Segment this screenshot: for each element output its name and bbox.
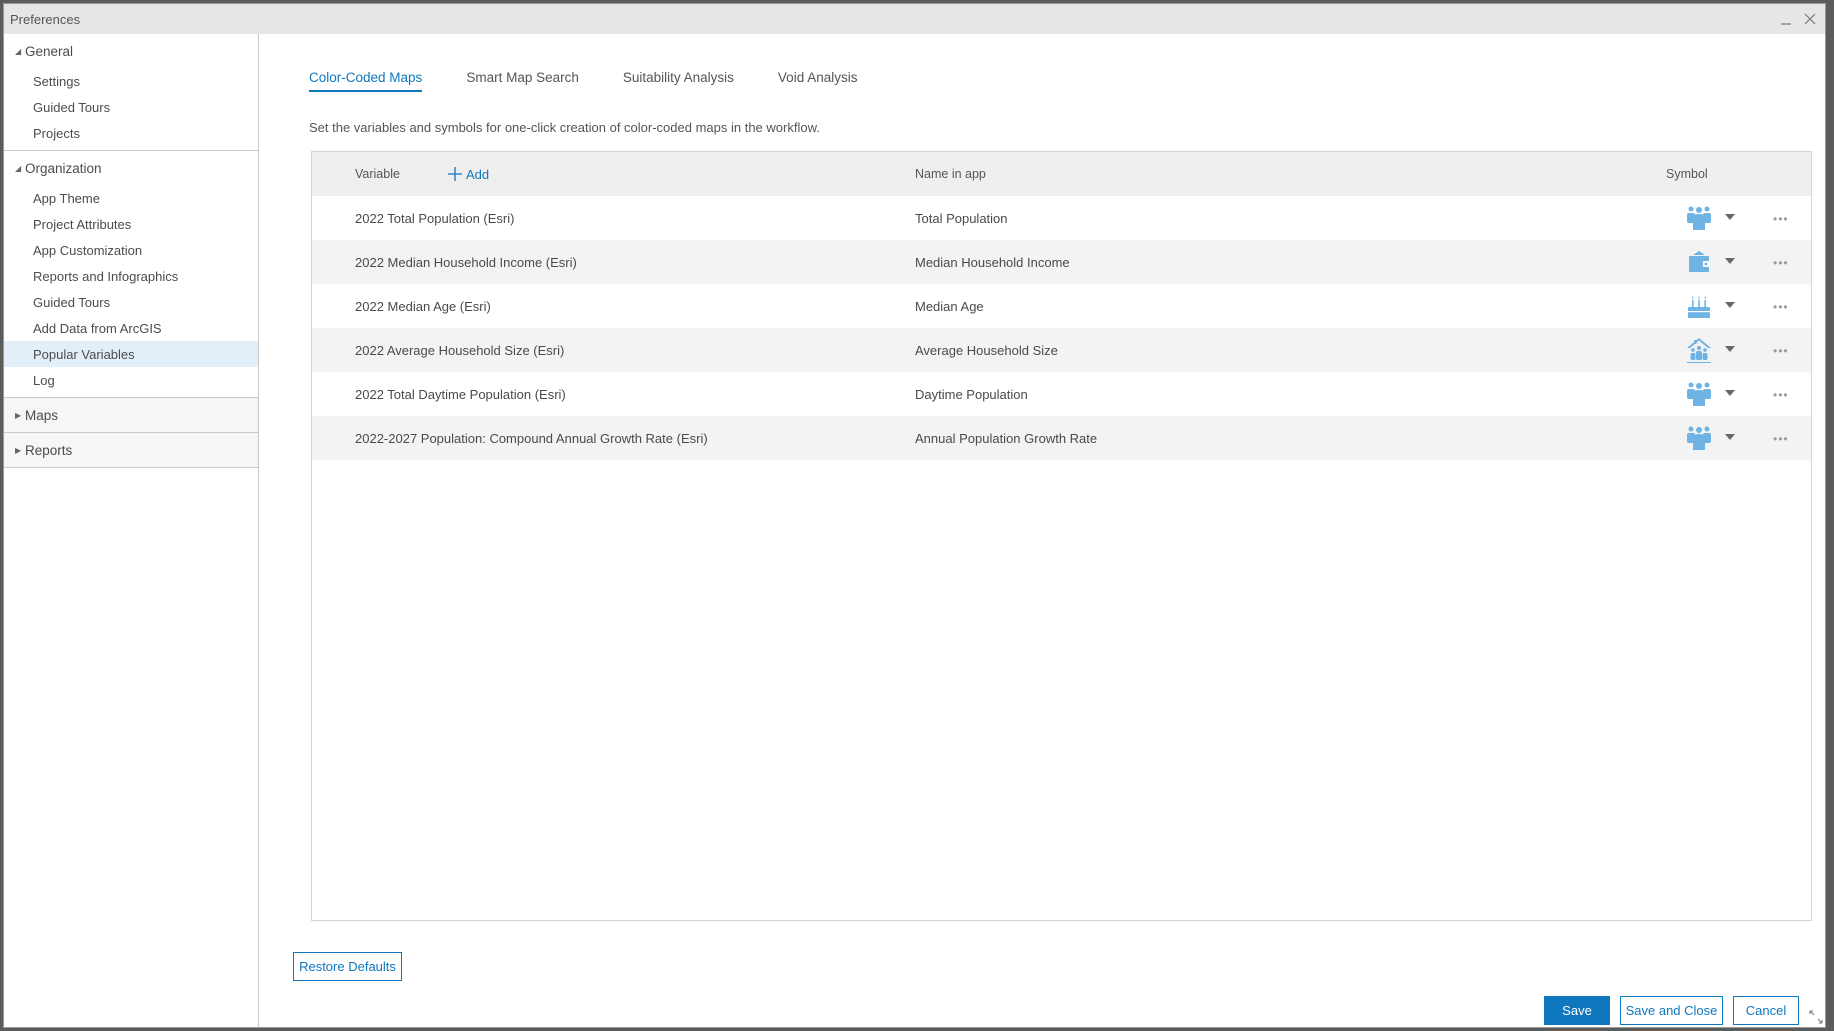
sidebar-item-reports-infographics[interactable]: Reports and Infographics [4, 263, 258, 289]
main-panel: Color-Coded Maps Smart Map Search Suitab… [260, 34, 1825, 1027]
variable-cell: 2022 Median Household Income (Esri) [355, 254, 577, 270]
symbol-dropdown-caret-icon[interactable] [1725, 390, 1735, 397]
minimize-icon [1781, 23, 1791, 25]
close-icon [1804, 13, 1816, 25]
more-options-button[interactable]: ••• [1773, 388, 1789, 402]
more-options-button[interactable]: ••• [1773, 256, 1789, 270]
sidebar-item-app-customization[interactable]: App Customization [4, 237, 258, 263]
restore-defaults-button[interactable]: Restore Defaults [293, 952, 402, 981]
variable-cell: 2022 Total Daytime Population (Esri) [355, 386, 566, 402]
header-name-in-app: Name in app [915, 167, 986, 181]
variable-cell: 2022 Median Age (Esri) [355, 298, 491, 314]
name-in-app-cell: Daytime Population [915, 386, 1028, 402]
header-variable: Variable [355, 167, 400, 181]
collapsed-triangle-icon: ▶ [15, 410, 22, 420]
people-group-icon[interactable] [1685, 424, 1713, 452]
group-label: General [25, 43, 74, 59]
plus-icon [448, 167, 462, 181]
table-row: 2022 Total Daytime Population (Esri) Dayt… [312, 372, 1811, 416]
variable-cell: 2022 Total Population (Esri) [355, 210, 515, 226]
sidebar-item-log[interactable]: Log [4, 367, 258, 393]
tab-bar: Color-Coded Maps Smart Map Search Suitab… [309, 70, 901, 92]
expanded-triangle-icon: ◢ [15, 46, 22, 56]
group-label: Reports [25, 442, 73, 458]
symbol-dropdown-caret-icon[interactable] [1725, 258, 1735, 265]
people-group-icon[interactable] [1685, 204, 1713, 232]
sidebar-item-org-guided-tours[interactable]: Guided Tours [4, 289, 258, 315]
household-icon[interactable] [1685, 336, 1713, 364]
table-row: 2022 Average Household Size (Esri) Averag… [312, 328, 1811, 372]
table-header: Variable Add Name in app Symbol [312, 152, 1811, 196]
sidebar-item-project-attributes[interactable]: Project Attributes [4, 211, 258, 237]
variables-table: Variable Add Name in app Symbol 2022 Tot… [311, 151, 1812, 921]
table-body: 2022 Total Population (Esri) Total Popula… [312, 196, 1811, 460]
minimize-button[interactable] [1775, 8, 1797, 30]
sidebar-item-app-theme[interactable]: App Theme [4, 185, 258, 211]
more-options-button[interactable]: ••• [1773, 212, 1789, 226]
resize-handle-icon[interactable] [1809, 1010, 1823, 1024]
sidebar-item-settings[interactable]: Settings [4, 68, 258, 94]
sidebar-group-header-reports[interactable]: ▶ Reports [4, 433, 258, 468]
close-button[interactable] [1799, 8, 1821, 30]
name-in-app-cell: Median Age [915, 298, 984, 314]
group-label: Maps [25, 407, 59, 423]
sidebar-item-guided-tours[interactable]: Guided Tours [4, 94, 258, 120]
tab-description: Set the variables and symbols for one-cl… [309, 120, 820, 135]
sidebar-item-add-data-arcgis[interactable]: Add Data from ArcGIS [4, 315, 258, 341]
symbol-dropdown-caret-icon[interactable] [1725, 434, 1735, 441]
dialog-title: Preferences [10, 11, 81, 27]
tab-void-analysis[interactable]: Void Analysis [778, 70, 858, 92]
more-options-button[interactable]: ••• [1773, 300, 1789, 314]
more-options-button[interactable]: ••• [1773, 344, 1789, 358]
sidebar-item-popular-variables[interactable]: Popular Variables [4, 341, 258, 367]
wallet-icon[interactable] [1685, 248, 1713, 276]
title-bar: Preferences [4, 4, 1825, 34]
sidebar-item-projects[interactable]: Projects [4, 120, 258, 146]
sidebar-group-organization: ◢ Organization App Theme Project Attribu… [4, 151, 258, 398]
more-options-button[interactable]: ••• [1773, 432, 1789, 446]
symbol-dropdown-caret-icon[interactable] [1725, 214, 1735, 221]
birthday-cake-icon[interactable] [1685, 292, 1713, 320]
sidebar-nav: ◢ General Settings Guided Tours Projects… [4, 34, 259, 1027]
header-symbol: Symbol [1666, 167, 1708, 181]
variable-cell: 2022-2027 Population: Compound Annual Gr… [355, 430, 708, 446]
sidebar-group-header-organization[interactable]: ◢ Organization [4, 151, 258, 185]
expanded-triangle-icon: ◢ [15, 163, 22, 173]
add-label: Add [466, 166, 490, 182]
name-in-app-cell: Annual Population Growth Rate [915, 430, 1098, 446]
tab-color-coded-maps[interactable]: Color-Coded Maps [309, 70, 423, 92]
tab-smart-map-search[interactable]: Smart Map Search [466, 70, 579, 92]
sidebar-group-header-general[interactable]: ◢ General [4, 34, 258, 68]
collapsed-triangle-icon: ▶ [15, 445, 22, 455]
table-row: 2022 Total Population (Esri) Total Popula… [312, 196, 1811, 240]
preferences-dialog: Preferences ◢ General Settings Guided To… [3, 3, 1826, 1028]
symbol-dropdown-caret-icon[interactable] [1725, 346, 1735, 353]
symbol-dropdown-caret-icon[interactable] [1725, 302, 1735, 309]
name-in-app-cell: Median Household Income [915, 254, 1070, 270]
sidebar-group-header-maps[interactable]: ▶ Maps [4, 398, 258, 433]
table-row: 2022 Median Age (Esri) Median Age ••• [312, 284, 1811, 328]
save-and-close-button[interactable]: Save and Close [1620, 996, 1723, 1025]
name-in-app-cell: Total Population [915, 210, 1008, 226]
table-row: 2022-2027 Population: Compound Annual Gr… [312, 416, 1811, 460]
group-label: Organization [25, 160, 102, 176]
add-variable-button[interactable]: Add [448, 167, 489, 182]
variable-cell: 2022 Average Household Size (Esri) [355, 342, 565, 358]
tab-suitability-analysis[interactable]: Suitability Analysis [623, 70, 734, 92]
sidebar-group-general: ◢ General Settings Guided Tours Projects [4, 34, 258, 151]
save-button[interactable]: Save [1544, 996, 1610, 1025]
table-row: 2022 Median Household Income (Esri) Media… [312, 240, 1811, 284]
people-group-icon[interactable] [1685, 380, 1713, 408]
cancel-button[interactable]: Cancel [1733, 996, 1799, 1025]
name-in-app-cell: Average Household Size [915, 342, 1058, 358]
